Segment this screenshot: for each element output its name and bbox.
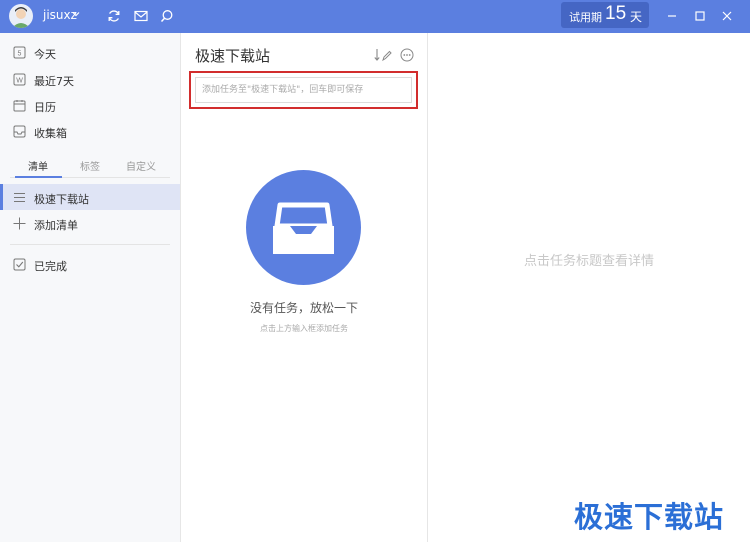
trial-badge[interactable]: 试用期 15 天: [561, 2, 649, 28]
tab-lists[interactable]: 清单: [28, 158, 48, 173]
detail-hint: 点击任务标题查看详情: [523, 254, 654, 269]
sync-icon[interactable]: [107, 9, 121, 23]
calendar-week-icon: W: [13, 73, 26, 86]
add-task-input[interactable]: [195, 77, 412, 103]
tab-custom[interactable]: 自定义: [126, 158, 156, 173]
watermark-logo: 极速下载站: [574, 500, 725, 534]
empty-state-title: 没有任务，放松一下: [249, 301, 358, 315]
sidebar-divider: [10, 244, 170, 245]
sidebar-item-today[interactable]: 5 今天: [0, 40, 180, 66]
svg-text:5: 5: [18, 51, 22, 58]
sidebar-item-label: 已完成: [34, 260, 67, 273]
trial-label: 试用期: [569, 11, 602, 24]
chevron-down-icon[interactable]: [72, 10, 80, 18]
active-indicator: [0, 184, 3, 210]
sidebar: 5 今天 W 最近7天 日历 收集箱 清单 标签 自定义 极速下载站 添加清单 …: [0, 33, 181, 542]
search-icon[interactable]: [160, 9, 174, 23]
trial-days: 15: [605, 3, 627, 24]
sidebar-item-list[interactable]: 极速下载站: [0, 184, 180, 210]
empty-tray-icon: [273, 202, 334, 254]
add-list-label: 添加清单: [34, 219, 78, 232]
inbox-icon: [13, 125, 26, 138]
sidebar-item-label: 最近7天: [34, 75, 74, 88]
maximize-icon[interactable]: [692, 8, 708, 24]
sidebar-item-inbox[interactable]: 收集箱: [0, 119, 180, 145]
empty-state-subtitle: 点击上方输入框添加任务: [260, 324, 348, 333]
trial-unit: 天: [630, 10, 643, 24]
calendar-today-icon: 5: [13, 46, 26, 59]
sidebar-item-label: 日历: [34, 101, 56, 114]
add-list-button[interactable]: 添加清单: [0, 211, 180, 237]
sidebar-item-label: 收集箱: [34, 127, 67, 140]
calendar-icon: [13, 100, 26, 112]
sort-icon[interactable]: [374, 48, 392, 62]
sidebar-item-completed[interactable]: 已完成: [0, 252, 180, 278]
list-title: 极速下载站: [195, 47, 271, 65]
checkbox-checked-icon: [13, 258, 26, 271]
sidebar-item-label: 今天: [34, 48, 56, 61]
close-icon[interactable]: [719, 8, 735, 24]
sidebar-item-label: 极速下载站: [34, 193, 89, 206]
tab-active-indicator: [15, 176, 62, 178]
task-detail-panel: 点击任务标题查看详情: [428, 33, 750, 542]
minimize-icon[interactable]: [664, 8, 680, 24]
list-icon: [14, 193, 25, 202]
mail-icon[interactable]: [134, 9, 148, 23]
sidebar-item-calendar[interactable]: 日历: [0, 93, 180, 119]
empty-state-circle: [246, 170, 361, 285]
sidebar-item-week[interactable]: W 最近7天: [0, 67, 180, 93]
title-bar: jisuxz 试用期 15 天: [0, 0, 750, 33]
svg-text:W: W: [16, 78, 23, 85]
avatar[interactable]: [9, 4, 33, 28]
more-icon[interactable]: [400, 48, 414, 62]
tab-tags[interactable]: 标签: [80, 158, 100, 173]
task-list-panel: 极速下载站 没有任务，放松一下 点击上方输入框添加任务: [181, 33, 428, 542]
plus-icon: [13, 217, 26, 230]
